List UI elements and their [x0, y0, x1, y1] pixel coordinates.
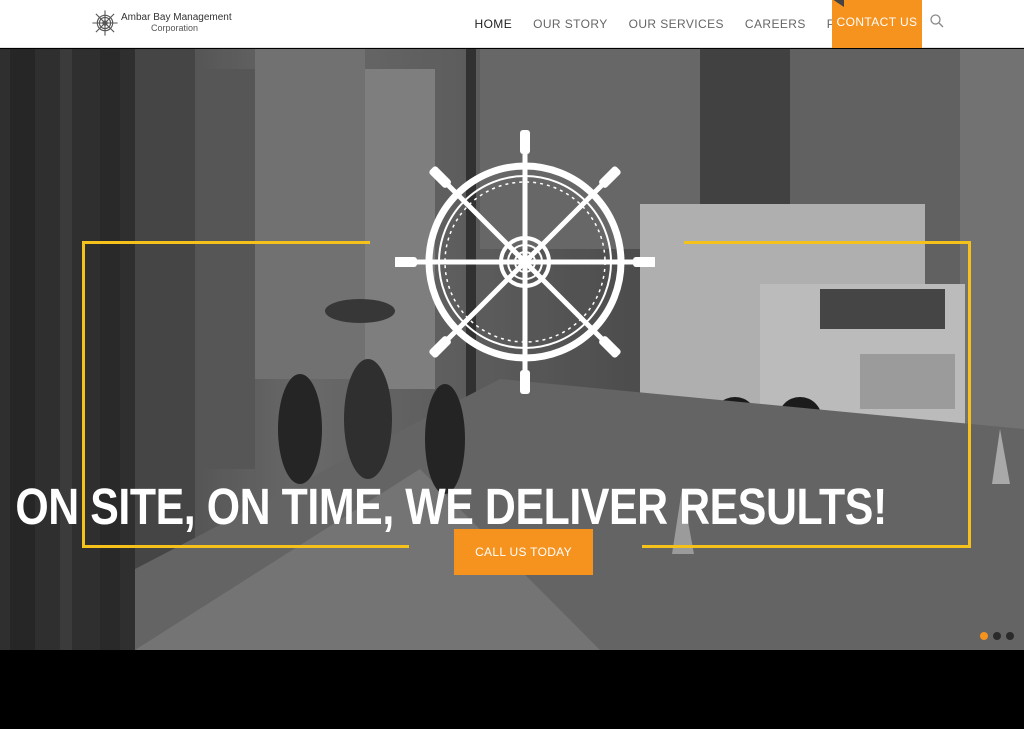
- contact-corner-accent: [832, 0, 844, 7]
- brand-name: Ambar Bay Management: [121, 12, 232, 23]
- frame-bottom-left: [82, 545, 409, 548]
- main-nav: HOME OUR STORY OUR SERVICES CAREERS PRIC…: [464, 0, 890, 48]
- frame-bottom-right: [642, 545, 971, 548]
- hero-slider: ON SITE, ON TIME, WE DELIVER RESULTS! CA…: [0, 49, 1024, 650]
- ship-wheel-icon: [395, 130, 655, 394]
- nav-our-services[interactable]: OUR SERVICES: [618, 2, 734, 46]
- search-icon[interactable]: [929, 13, 945, 29]
- frame-top-right: [684, 241, 971, 244]
- slider-pagination: [980, 632, 1014, 640]
- slider-dot-3[interactable]: [1006, 632, 1014, 640]
- contact-us-button[interactable]: CONTACT US: [832, 0, 922, 48]
- hero-headline: ON SITE, ON TIME, WE DELIVER RESULTS!: [15, 478, 887, 535]
- slider-dot-2[interactable]: [993, 632, 1001, 640]
- nav-careers[interactable]: CAREERS: [734, 2, 816, 46]
- call-us-today-button[interactable]: CALL US TODAY: [454, 529, 593, 575]
- next-section-band: [0, 650, 1024, 729]
- nav-home[interactable]: HOME: [464, 2, 523, 46]
- frame-right: [968, 241, 971, 548]
- slider-dot-1[interactable]: [980, 632, 988, 640]
- ship-wheel-logo-icon: [92, 10, 118, 36]
- brand-subtitle: Corporation: [151, 23, 199, 33]
- nav-our-story[interactable]: OUR STORY: [523, 2, 619, 46]
- site-header: Ambar Bay Management Corporation HOME OU…: [0, 0, 1024, 48]
- brand-logo[interactable]: Ambar Bay Management Corporation: [91, 9, 232, 37]
- frame-top-left: [82, 241, 370, 244]
